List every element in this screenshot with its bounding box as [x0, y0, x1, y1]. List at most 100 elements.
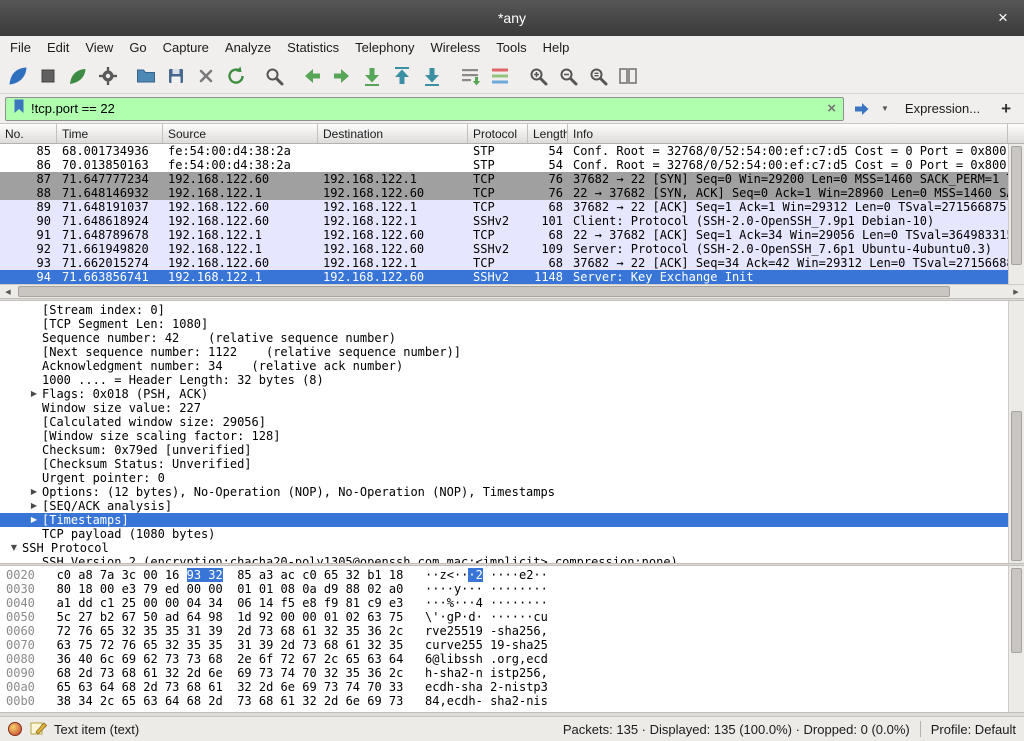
expander-icon[interactable]: ▼: [6, 541, 22, 555]
scroll-right-icon[interactable]: ▶: [1008, 285, 1024, 298]
hex-row[interactable]: 0070 63 75 72 76 65 32 35 35 31 39 2d 73…: [6, 638, 1024, 652]
auto-scroll-icon[interactable]: [455, 62, 485, 90]
start-capture-icon[interactable]: [3, 62, 33, 90]
packet-row[interactable]: 9371.662015274192.168.122.60192.168.122.…: [0, 256, 1024, 270]
detail-line[interactable]: [Next sequence number: 1122 (relative se…: [0, 345, 1024, 359]
go-last-icon[interactable]: [417, 62, 447, 90]
packet-row[interactable]: 9171.648789678192.168.122.1192.168.122.6…: [0, 228, 1024, 242]
column-header-no[interactable]: No.: [0, 124, 57, 143]
capture-comment-icon[interactable]: [29, 719, 47, 740]
detail-line[interactable]: Checksum: 0x79ed [unverified]: [0, 443, 1024, 457]
add-filter-button[interactable]: +: [993, 99, 1019, 119]
menu-help[interactable]: Help: [535, 38, 578, 57]
hex-row[interactable]: 0090 68 2d 73 68 61 32 2d 6e 69 73 74 70…: [6, 666, 1024, 680]
expander-icon[interactable]: ▶: [26, 499, 42, 513]
packet-row[interactable]: 9271.661949820192.168.122.1192.168.122.6…: [0, 242, 1024, 256]
expander-icon[interactable]: ▶: [26, 513, 42, 527]
packet-row[interactable]: 8771.647777234192.168.122.60192.168.122.…: [0, 172, 1024, 186]
filter-apply-icon[interactable]: [849, 98, 873, 120]
stop-capture-icon[interactable]: [33, 62, 63, 90]
packet-row[interactable]: 9471.663856741192.168.122.1192.168.122.6…: [0, 270, 1024, 284]
menu-tools[interactable]: Tools: [488, 38, 534, 57]
column-header-protocol[interactable]: Protocol: [468, 124, 528, 143]
detail-line[interactable]: Urgent pointer: 0: [0, 471, 1024, 485]
zoom-in-icon[interactable]: [523, 62, 553, 90]
go-forward-icon[interactable]: [327, 62, 357, 90]
column-header-info[interactable]: Info: [568, 124, 1008, 143]
go-back-icon[interactable]: [297, 62, 327, 90]
detail-line[interactable]: Window size value: 227: [0, 401, 1024, 415]
detail-line[interactable]: TCP payload (1080 bytes): [0, 527, 1024, 541]
expander-icon[interactable]: ▶: [26, 485, 42, 499]
detail-line[interactable]: ▶[SEQ/ACK analysis]: [0, 499, 1024, 513]
close-button[interactable]: ×: [992, 7, 1014, 29]
detail-line[interactable]: ▶Options: (12 bytes), No-Operation (NOP)…: [0, 485, 1024, 499]
restart-capture-icon[interactable]: [63, 62, 93, 90]
capture-options-icon[interactable]: [93, 62, 123, 90]
find-packet-icon[interactable]: [259, 62, 289, 90]
scroll-left-icon[interactable]: ◀: [0, 285, 16, 298]
packet-row[interactable]: 9071.648618924192.168.122.60192.168.122.…: [0, 214, 1024, 228]
go-first-icon[interactable]: [387, 62, 417, 90]
colorize-icon[interactable]: [485, 62, 515, 90]
hex-row[interactable]: 0050 5c 27 b2 67 50 ad 64 98 1d 92 00 00…: [6, 610, 1024, 624]
menu-capture[interactable]: Capture: [155, 38, 217, 57]
filter-bookmark-icon[interactable]: [10, 97, 28, 120]
expert-info-icon[interactable]: [8, 722, 22, 736]
filter-clear-icon[interactable]: ×: [824, 100, 839, 117]
detail-line[interactable]: [Checksum Status: Unverified]: [0, 457, 1024, 471]
menu-telephony[interactable]: Telephony: [347, 38, 422, 57]
hex-row[interactable]: 0080 36 40 6c 69 62 73 73 68 2e 6f 72 67…: [6, 652, 1024, 666]
expression-button[interactable]: Expression...: [897, 101, 988, 116]
filter-input[interactable]: [31, 101, 821, 116]
detail-vscrollbar[interactable]: [1008, 301, 1024, 563]
detail-line[interactable]: [Calculated window size: 29056]: [0, 415, 1024, 429]
close-capture-icon[interactable]: [191, 62, 221, 90]
detail-line[interactable]: 1000 .... = Header Length: 32 bytes (8): [0, 373, 1024, 387]
detail-line[interactable]: Acknowledgment number: 34 (relative ack …: [0, 359, 1024, 373]
reload-icon[interactable]: [221, 62, 251, 90]
detail-line[interactable]: ▼SSH Protocol: [0, 541, 1024, 555]
detail-line[interactable]: [Stream index: 0]: [0, 303, 1024, 317]
detail-line[interactable]: SSH Version 2 (encryption:chacha20-poly1…: [0, 555, 1024, 563]
column-header-length[interactable]: Length: [528, 124, 568, 143]
filter-dropdown-caret[interactable]: ▼: [878, 104, 892, 113]
detail-line[interactable]: [Window size scaling factor: 128]: [0, 429, 1024, 443]
save-capture-icon[interactable]: [161, 62, 191, 90]
profile-label[interactable]: Profile: Default: [931, 722, 1016, 737]
menu-view[interactable]: View: [77, 38, 121, 57]
menu-go[interactable]: Go: [121, 38, 154, 57]
column-header-time[interactable]: Time: [57, 124, 163, 143]
hex-row[interactable]: 0020 c0 a8 7a 3c 00 16 93 32 85 a3 ac c0…: [6, 568, 1024, 582]
menu-analyze[interactable]: Analyze: [217, 38, 279, 57]
expander-icon[interactable]: ▶: [26, 387, 42, 401]
resize-columns-icon[interactable]: [613, 62, 643, 90]
packet-list-vscrollbar[interactable]: [1008, 144, 1024, 284]
packet-row[interactable]: 8871.648146932192.168.122.1192.168.122.6…: [0, 186, 1024, 200]
packet-list-hscrollbar[interactable]: ◀ ▶: [0, 284, 1024, 298]
detail-line[interactable]: [TCP Segment Len: 1080]: [0, 317, 1024, 331]
zoom-original-icon[interactable]: [583, 62, 613, 90]
hex-row[interactable]: 0030 80 18 00 e3 79 ed 00 00 01 01 08 0a…: [6, 582, 1024, 596]
column-header-destination[interactable]: Destination: [318, 124, 468, 143]
column-header-source[interactable]: Source: [163, 124, 318, 143]
display-filter-entry[interactable]: ×: [5, 97, 844, 121]
menu-wireless[interactable]: Wireless: [422, 38, 488, 57]
zoom-out-icon[interactable]: [553, 62, 583, 90]
hex-row[interactable]: 00a0 65 63 64 68 2d 73 68 61 32 2d 6e 69…: [6, 680, 1024, 694]
hex-vscrollbar[interactable]: [1008, 566, 1024, 712]
menu-file[interactable]: File: [2, 38, 39, 57]
menu-statistics[interactable]: Statistics: [279, 38, 347, 57]
detail-line[interactable]: Sequence number: 42 (relative sequence n…: [0, 331, 1024, 345]
open-capture-icon[interactable]: [131, 62, 161, 90]
go-to-packet-icon[interactable]: [357, 62, 387, 90]
hex-row[interactable]: 0060 72 76 65 32 35 35 31 39 2d 73 68 61…: [6, 624, 1024, 638]
detail-line[interactable]: ▶[Timestamps]: [0, 513, 1024, 527]
detail-line[interactable]: ▶Flags: 0x018 (PSH, ACK): [0, 387, 1024, 401]
hex-row[interactable]: 0040 a1 dd c1 25 00 00 04 34 06 14 f5 e8…: [6, 596, 1024, 610]
menu-edit[interactable]: Edit: [39, 38, 77, 57]
hex-row[interactable]: 00b0 38 34 2c 65 63 64 68 2d 73 68 61 32…: [6, 694, 1024, 708]
packet-row[interactable]: 8568.001734936fe:54:00:d4:38:2aSTP54Conf…: [0, 144, 1024, 158]
packet-row[interactable]: 8971.648191037192.168.122.60192.168.122.…: [0, 200, 1024, 214]
packet-row[interactable]: 8670.013850163fe:54:00:d4:38:2aSTP54Conf…: [0, 158, 1024, 172]
